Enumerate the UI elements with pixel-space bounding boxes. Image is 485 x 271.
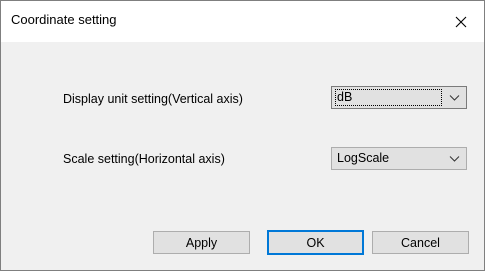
cancel-button[interactable]: Cancel [372, 231, 469, 254]
ok-button[interactable]: OK [267, 230, 364, 255]
apply-button[interactable]: Apply [153, 231, 250, 254]
close-button[interactable] [438, 1, 484, 42]
vertical-unit-value: dB [335, 89, 442, 106]
horizontal-axis-label: Scale setting(Horizontal axis) [63, 152, 225, 166]
coordinate-setting-dialog: Coordinate setting Display unit setting(… [0, 0, 485, 271]
vertical-unit-dropdown[interactable]: dB [331, 86, 467, 109]
title-bar: Coordinate setting [1, 1, 484, 42]
dialog-body: Display unit setting(Vertical axis) dB S… [1, 42, 484, 270]
chevron-down-icon [449, 95, 460, 101]
horizontal-scale-value: LogScale [337, 151, 390, 165]
window-title: Coordinate setting [11, 12, 117, 27]
vertical-axis-label: Display unit setting(Vertical axis) [63, 92, 243, 106]
horizontal-scale-dropdown[interactable]: LogScale [331, 147, 467, 170]
close-icon [455, 16, 467, 27]
chevron-down-icon [449, 156, 460, 162]
